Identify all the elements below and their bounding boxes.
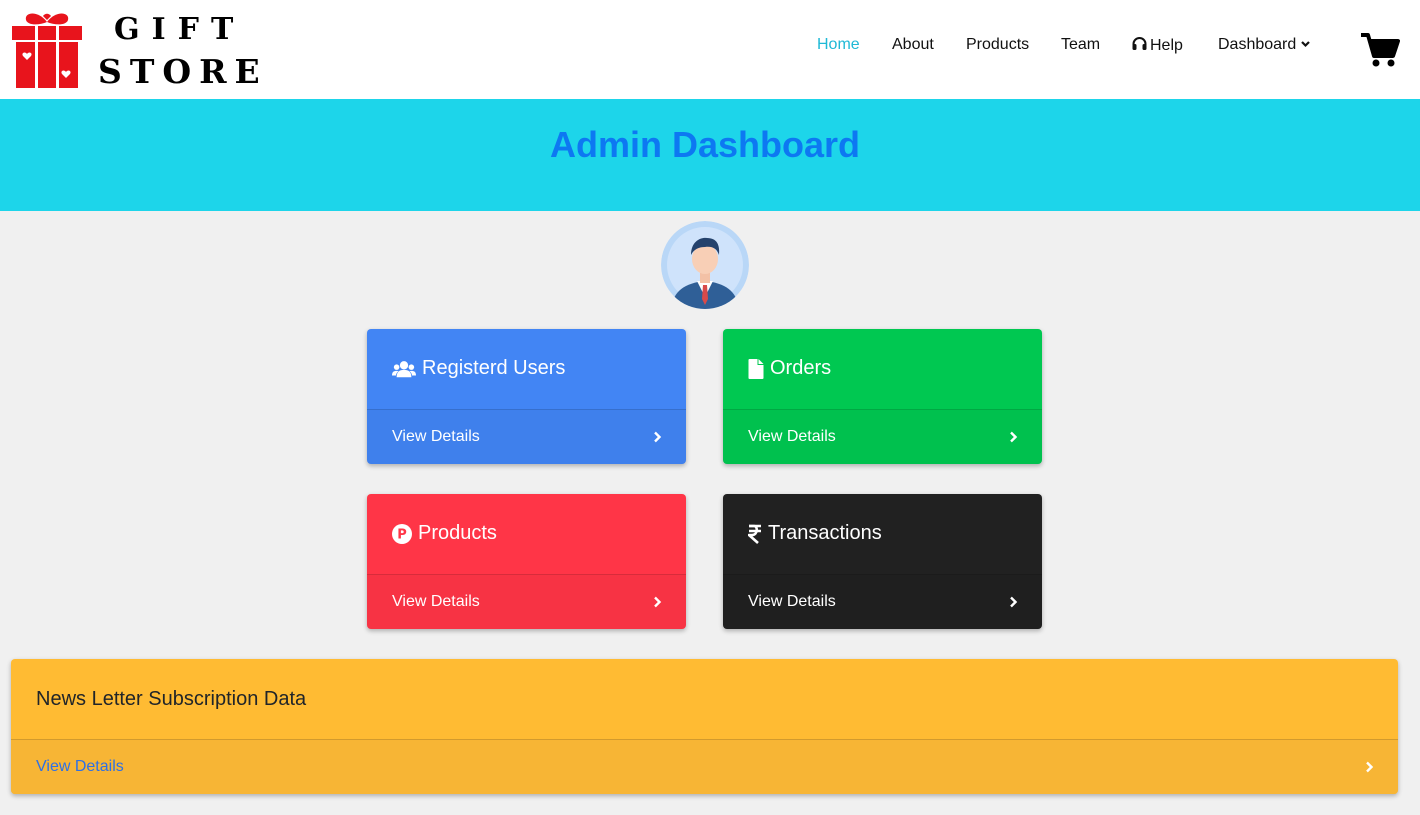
card-body: News Letter Subscription Data [11,659,1398,740]
card-title: Orders [748,357,831,380]
card-body: Registerd Users [367,329,686,410]
brand-line-1: GIFT [114,12,246,47]
products-title: Products [418,522,497,544]
page-title: Admin Dashboard [549,124,861,165]
view-details-label: View Details [748,593,836,610]
chevron-right-icon [654,596,662,608]
products-view-details-link[interactable]: View Details [367,574,686,629]
chevron-right-icon [1010,431,1018,443]
chevron-right-icon [1010,596,1018,608]
products-card: P Products View Details [367,494,686,629]
brand-line-2: STORE [98,52,268,91]
brand-logo[interactable]: GIFT STORE [10,10,260,92]
rupee-icon [748,524,761,544]
nav-help[interactable]: Help [1131,36,1183,55]
card-title: Registerd Users [392,357,565,380]
brand-wordmark: GIFT STORE [96,10,260,92]
transactions-view-details-link[interactable]: View Details [723,574,1042,629]
nav-about[interactable]: About [892,36,934,54]
registered-users-view-details-link[interactable]: View Details [367,409,686,464]
nav-help-label: Help [1150,37,1183,54]
chevron-down-icon [1301,41,1311,48]
users-icon [392,360,416,377]
nav-dashboard-label: Dashboard [1218,36,1297,53]
orders-card: Orders View Details [723,329,1042,464]
svg-text:P: P [397,527,407,542]
newsletter-title: News Letter Subscription Data [36,688,307,710]
transactions-card: Transactions View Details [723,494,1042,629]
chevron-right-icon [654,431,662,443]
orders-title: Orders [770,357,832,379]
admin-avatar [661,221,749,309]
file-icon [748,358,764,379]
view-details-label: View Details [392,593,480,610]
view-details-label: View Details [392,428,480,445]
product-p-icon: P [392,523,412,544]
card-title: P Products [392,522,497,545]
newsletter-view-details-link[interactable]: View Details [11,739,1398,794]
newsletter-card: News Letter Subscription Data View Detai… [11,659,1398,794]
nav-dashboard-dropdown[interactable]: Dashboard [1218,36,1311,54]
gift-box-icon [12,13,82,88]
view-details-label: View Details [36,758,124,775]
orders-view-details-link[interactable]: View Details [723,409,1042,464]
admin-avatar-image [661,221,749,309]
card-body: Transactions [723,494,1042,575]
registered-users-title: Registerd Users [422,357,566,379]
chevron-right-icon [1366,761,1374,773]
nav-products[interactable]: Products [966,36,1029,54]
dashboard-banner: Admin Dashboard [0,99,1420,211]
headset-icon [1132,37,1147,50]
card-body: Orders [723,329,1042,410]
registered-users-card: Registerd Users View Details [367,329,686,464]
nav-team[interactable]: Team [1061,36,1100,54]
card-title: Transactions [748,522,882,545]
nav-home[interactable]: Home [817,36,860,54]
transactions-title: Transactions [768,522,882,544]
card-body: P Products [367,494,686,575]
shopping-cart-icon[interactable] [1360,32,1400,68]
view-details-label: View Details [748,428,836,445]
navbar: GIFT STORE Home About Products Team Help… [0,0,1420,99]
